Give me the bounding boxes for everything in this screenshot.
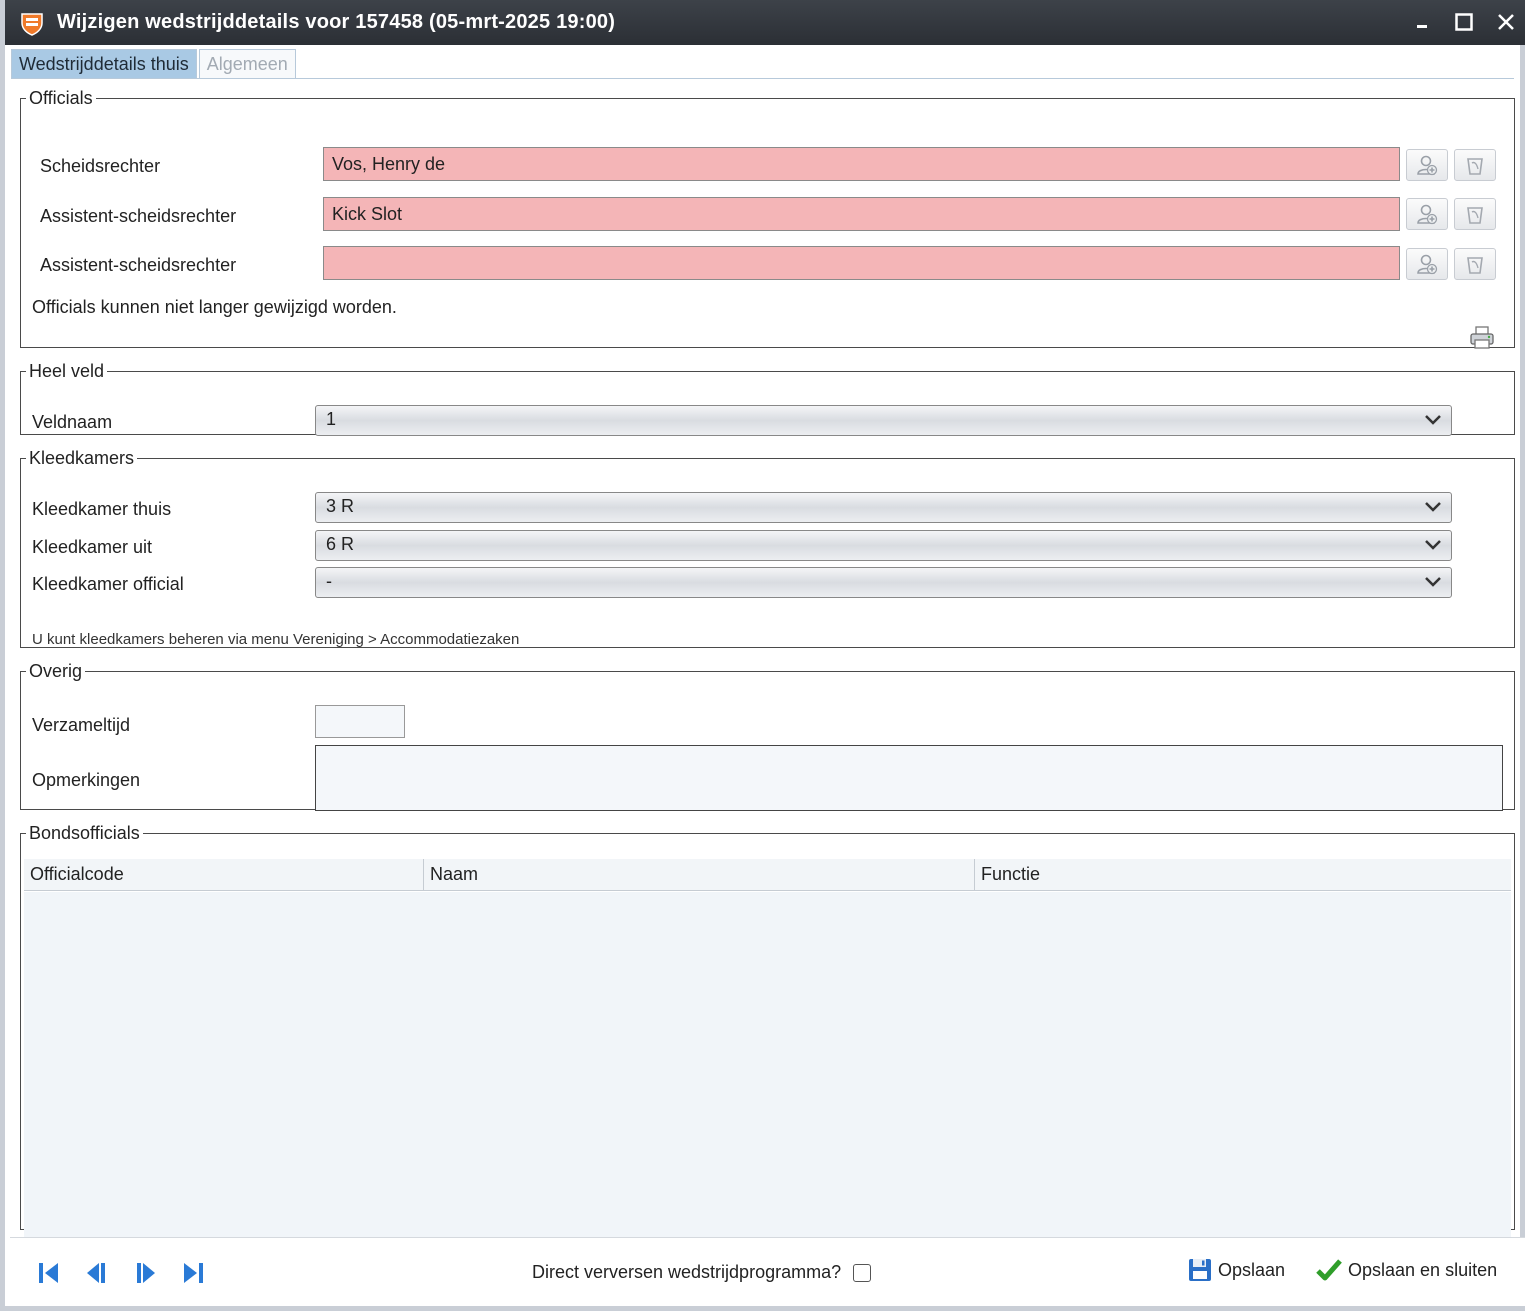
- chevron-down-icon: [1425, 577, 1441, 587]
- column-functie[interactable]: Functie: [975, 859, 1511, 890]
- bondsofficials-group: Bondsofficials Officialcode Naam Functie: [20, 823, 1515, 1240]
- chevron-down-icon: [1425, 415, 1441, 425]
- printer-icon: [1470, 326, 1494, 349]
- remove-official-button-2[interactable]: [1454, 198, 1496, 230]
- window-title: Wijzigen wedstrijddetails voor 157458 (0…: [57, 11, 616, 33]
- add-person-icon: [1417, 204, 1438, 225]
- kleedkamer-thuis-label: Kleedkamer thuis: [32, 499, 172, 519]
- last-icon: [184, 1263, 203, 1283]
- add-person-icon: [1417, 155, 1438, 176]
- eraser-icon: [1467, 158, 1483, 175]
- remove-official-button-1[interactable]: [1454, 149, 1496, 181]
- save-and-close-button[interactable]: Opslaan en sluiten: [1316, 1258, 1497, 1282]
- kleedkamers-legend: Kleedkamers: [29, 448, 135, 468]
- kleedkamer-thuis-select[interactable]: 3 R: [315, 492, 1452, 523]
- bondsofficials-table-header: Officialcode Naam Functie: [24, 859, 1511, 891]
- tab-bar: Wedstrijddetails thuis Algemeen: [11, 49, 298, 79]
- last-record-button[interactable]: [178, 1258, 208, 1288]
- title-bar: Wijzigen wedstrijddetails voor 157458 (0…: [5, 0, 1525, 45]
- refresh-label: Direct verversen wedstrijdprogramma?: [532, 1262, 842, 1282]
- assistent-scheidsrechter-2-label: Assistent-scheidsrechter: [40, 255, 237, 275]
- refresh-option: Direct verversen wedstrijdprogramma?: [532, 1262, 872, 1283]
- dialog-window: Wijzigen wedstrijddetails voor 157458 (0…: [0, 0, 1525, 1311]
- chevron-down-icon: [1425, 540, 1441, 550]
- veldnaam-value: 1: [326, 409, 337, 429]
- kleedkamer-uit-value: 6 R: [326, 534, 355, 554]
- overig-legend: Overig: [29, 661, 83, 681]
- add-official-button-2[interactable]: [1406, 198, 1448, 230]
- save-and-close-label: Opslaan en sluiten: [1348, 1259, 1498, 1280]
- next-icon: [137, 1263, 155, 1283]
- verzameltijd-label: Verzameltijd: [32, 715, 131, 735]
- kleedkamer-official-select[interactable]: -: [315, 567, 1452, 598]
- kleedkamer-official-label: Kleedkamer official: [32, 574, 184, 594]
- floppy-disk-icon: [1189, 1259, 1211, 1281]
- veldnaam-select[interactable]: 1: [315, 405, 1452, 436]
- close-icon[interactable]: [1492, 8, 1520, 36]
- previous-record-button[interactable]: [82, 1258, 112, 1288]
- tab-algemeen[interactable]: Algemeen: [198, 49, 296, 79]
- kleedkamer-thuis-value: 3 R: [326, 496, 355, 516]
- previous-icon: [87, 1263, 105, 1283]
- tab-divider: [11, 78, 1514, 79]
- add-official-button-1[interactable]: [1406, 149, 1448, 181]
- opmerkingen-textarea[interactable]: [315, 745, 1503, 811]
- checkmark-icon: [1316, 1259, 1342, 1281]
- heel-veld-legend: Heel veld: [29, 361, 105, 381]
- refresh-checkbox[interactable]: [853, 1263, 872, 1282]
- kleedkamer-uit-label: Kleedkamer uit: [32, 537, 153, 557]
- chevron-down-icon: [1425, 502, 1441, 512]
- remove-official-button-3[interactable]: [1454, 248, 1496, 280]
- veldnaam-label: Veldnaam: [32, 412, 113, 432]
- kleedkamers-note: U kunt kleedkamers beheren via menu Vere…: [32, 631, 520, 648]
- save-label: Opslaan: [1218, 1259, 1286, 1280]
- verzameltijd-input[interactable]: [315, 705, 405, 738]
- kleedkamers-group: Kleedkamers Kleedkamer thuis 3 R Kleedka…: [20, 448, 1515, 648]
- save-button[interactable]: Opslaan: [1188, 1258, 1285, 1282]
- add-official-button-3[interactable]: [1406, 248, 1448, 280]
- eraser-icon: [1467, 257, 1483, 274]
- shield-logo-icon: [21, 12, 43, 36]
- officials-legend: Officials: [29, 88, 93, 108]
- officials-note: Officials kunnen niet langer gewijzigd w…: [32, 297, 397, 317]
- footer-bar: Direct verversen wedstrijdprogramma? Ops…: [10, 1237, 1525, 1306]
- eraser-icon: [1467, 207, 1483, 224]
- first-record-button[interactable]: [34, 1258, 64, 1288]
- officials-group: Officials Scheidsrechter Vos, Henry de A…: [20, 88, 1515, 349]
- overig-group: Overig Verzameltijd Opmerkingen: [20, 661, 1515, 811]
- assistent-scheidsrechter-2-field[interactable]: [323, 246, 1400, 280]
- column-naam[interactable]: Naam: [424, 859, 975, 890]
- print-button[interactable]: [1468, 325, 1496, 356]
- maximize-icon[interactable]: [1450, 8, 1478, 36]
- column-officialcode[interactable]: Officialcode: [24, 859, 424, 890]
- bondsofficials-legend: Bondsofficials: [29, 823, 140, 843]
- assistent-scheidsrechter-1-label: Assistent-scheidsrechter: [40, 206, 237, 226]
- heel-veld-group: Heel veld Veldnaam 1: [20, 361, 1515, 436]
- opmerkingen-label: Opmerkingen: [32, 770, 141, 790]
- next-record-button[interactable]: [130, 1258, 160, 1288]
- bondsofficials-table-body: [24, 892, 1511, 1240]
- kleedkamer-official-value: -: [326, 571, 332, 591]
- first-icon: [39, 1263, 58, 1283]
- add-person-icon: [1417, 254, 1438, 275]
- assistent-scheidsrechter-1-field[interactable]: Kick Slot: [323, 197, 1400, 231]
- tab-wedstrijddetails-thuis[interactable]: Wedstrijddetails thuis: [11, 49, 197, 79]
- scheidsrechter-label: Scheidsrechter: [40, 156, 161, 176]
- minimize-icon[interactable]: [1408, 8, 1436, 36]
- kleedkamer-uit-select[interactable]: 6 R: [315, 530, 1452, 561]
- scheidsrechter-field[interactable]: Vos, Henry de: [323, 147, 1400, 181]
